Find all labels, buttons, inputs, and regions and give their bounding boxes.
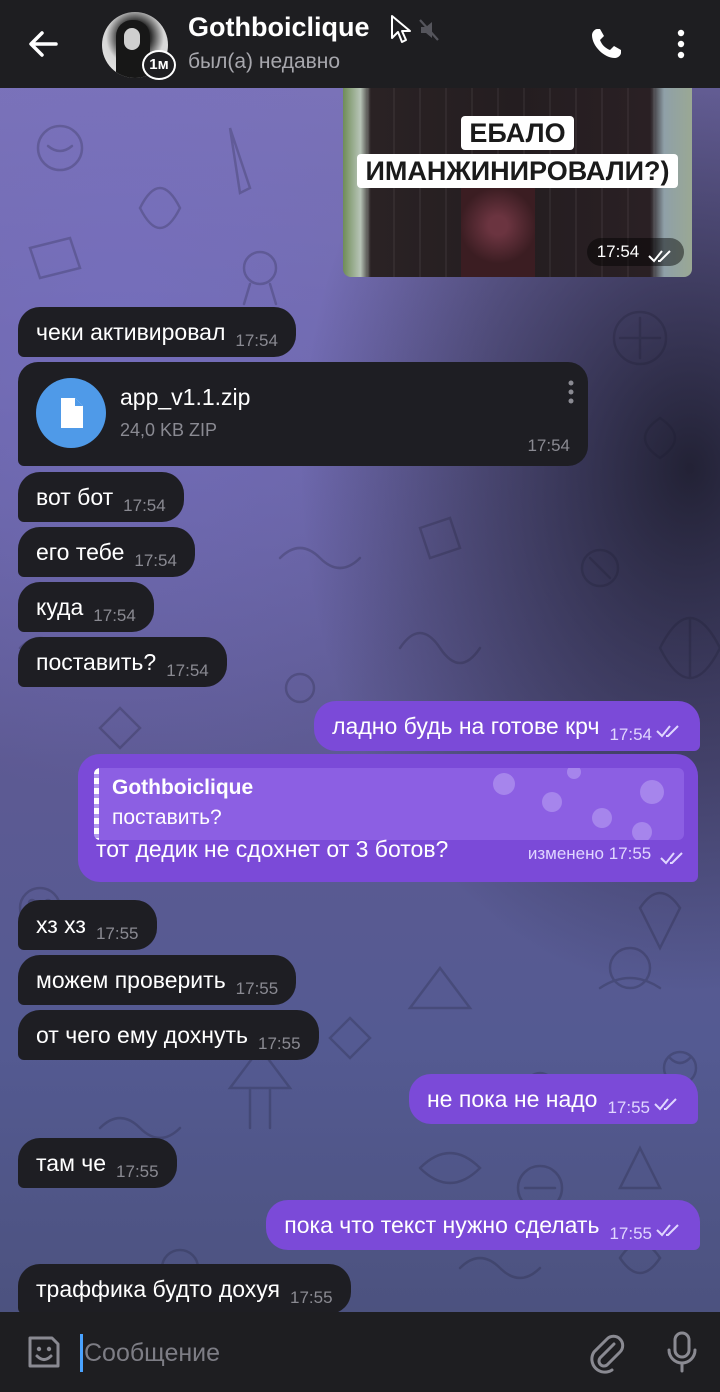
chat-header: 1м Gothboiclique был(а) недавно: [0, 0, 720, 88]
message-text: ладно будь на готове крч: [332, 713, 600, 739]
message-time: 17:55: [235, 979, 279, 998]
message-time: 17:54: [123, 496, 166, 515]
file-download-button[interactable]: [36, 378, 106, 448]
message-incoming[interactable]: хз хз 17:55: [18, 900, 157, 950]
voice-record-button[interactable]: [664, 1330, 700, 1374]
quote-text: поставить?: [112, 806, 222, 829]
quote-author: Gothboiclique: [112, 776, 254, 799]
message-incoming[interactable]: вот бот 17:54: [18, 472, 184, 522]
message-time: 17:54: [527, 436, 570, 455]
message-time: 17:54: [596, 242, 640, 261]
microphone-icon: [667, 1331, 697, 1373]
message-time: 17:54: [93, 606, 136, 625]
photo-caption-line1: ЕБАЛО: [343, 116, 692, 150]
message-incoming[interactable]: куда 17:54: [18, 582, 154, 632]
message-incoming[interactable]: от чего ему дохнуть 17:55: [18, 1010, 319, 1060]
double-check-icon: [660, 851, 683, 865]
message-outgoing[interactable]: ладно будь на готове крч 17:54: [314, 701, 700, 751]
message-text: там че: [36, 1150, 107, 1176]
autodelete-timer-badge: 1м: [142, 50, 176, 80]
message-text: хз хз: [36, 912, 86, 938]
message-incoming[interactable]: чеки активировал 17:54: [18, 307, 296, 357]
chat-title[interactable]: Gothboiclique: [188, 12, 370, 43]
message-input[interactable]: [82, 1330, 566, 1376]
message-meta: изменено 17:55: [527, 844, 686, 865]
file-size: 24,0 KB ZIP: [120, 420, 218, 440]
photo-caption-line2: ИМАНЖИНИРОВАЛИ?): [343, 154, 692, 188]
file-message[interactable]: app_v1.1.zip 24,0 KB ZIP 17:54: [18, 362, 588, 466]
message-incoming[interactable]: там че 17:55: [18, 1138, 177, 1188]
call-button[interactable]: [586, 24, 626, 64]
muted-icon: [419, 19, 439, 41]
message-list[interactable]: ЕБАЛО ИМАНЖИНИРОВАЛИ?) 17:54 чеки активи…: [0, 88, 720, 1312]
more-vert-icon[interactable]: [566, 378, 576, 408]
message-incoming[interactable]: траффика будто дохуя 17:55: [18, 1264, 351, 1312]
avatar-face: [124, 28, 140, 50]
message-incoming[interactable]: поставить? 17:54: [18, 637, 227, 687]
message-time: 17:55: [257, 1034, 301, 1053]
sticker-emoji-icon: [28, 1336, 60, 1368]
paperclip-icon: [590, 1334, 625, 1374]
file-name: app_v1.1.zip: [120, 384, 251, 410]
chat-status: был(а) недавно: [188, 50, 341, 73]
message-time: 17:54: [134, 551, 177, 570]
more-vert-icon: [677, 29, 685, 59]
message-time: 17:55: [116, 1162, 159, 1181]
message-text: траффика будто дохуя: [36, 1276, 280, 1302]
photo-time-chip: 17:54: [586, 238, 684, 266]
message-outgoing-reply[interactable]: Gothboiclique поставить? тот дедик не сд…: [78, 754, 698, 882]
message-time: 17:54: [609, 725, 652, 744]
message-time: 17:55: [608, 844, 652, 863]
message-text: от чего ему дохнуть: [36, 1022, 248, 1048]
message-text: можем проверить: [36, 967, 226, 993]
message-time: 17:54: [166, 661, 209, 680]
message-text: его тебе: [36, 539, 125, 565]
photo-shirt: [461, 174, 535, 277]
message-outgoing[interactable]: пока что текст нужно сделать 17:55: [266, 1200, 700, 1250]
photo-message[interactable]: ЕБАЛО ИМАНЖИНИРОВАЛИ?) 17:54: [343, 88, 692, 277]
message-text: чеки активировал: [36, 319, 226, 345]
double-check-icon: [654, 1098, 677, 1111]
message-composer: [0, 1312, 720, 1392]
cursor-icon: [391, 15, 411, 43]
double-check-icon: [656, 1224, 679, 1237]
message-text: тот дедик не сдохнет от 3 ботов?: [96, 836, 449, 862]
reply-quote[interactable]: Gothboiclique поставить?: [94, 768, 684, 840]
skull-pattern-icon: [493, 768, 664, 840]
message-incoming[interactable]: его тебе 17:54: [18, 527, 195, 577]
quote-bar: [94, 768, 99, 840]
message-time: 17:55: [290, 1288, 333, 1307]
emoji-button[interactable]: [24, 1332, 64, 1372]
double-check-icon: [656, 725, 679, 738]
message-text: вот бот: [36, 484, 114, 510]
document-icon: [61, 398, 83, 428]
more-menu-button[interactable]: [666, 24, 696, 64]
attach-button[interactable]: [584, 1330, 628, 1374]
message-incoming[interactable]: можем проверить 17:55: [18, 955, 297, 1005]
back-arrow-icon: [29, 31, 58, 57]
edited-label: изменено: [527, 844, 604, 863]
message-time: 17:55: [609, 1224, 652, 1243]
message-text: поставить?: [36, 649, 157, 675]
message-outgoing[interactable]: не пока не надо 17:55: [408, 1074, 698, 1124]
double-check-icon: [648, 249, 671, 263]
message-text: не пока не надо: [426, 1086, 598, 1112]
message-text: куда: [36, 594, 84, 620]
message-time: 17:54: [235, 331, 278, 350]
phone-icon: [592, 29, 621, 58]
message-time: 17:55: [95, 924, 139, 943]
message-time: 17:55: [607, 1098, 650, 1117]
message-text: пока что текст нужно сделать: [284, 1212, 600, 1238]
back-button[interactable]: [22, 22, 66, 66]
